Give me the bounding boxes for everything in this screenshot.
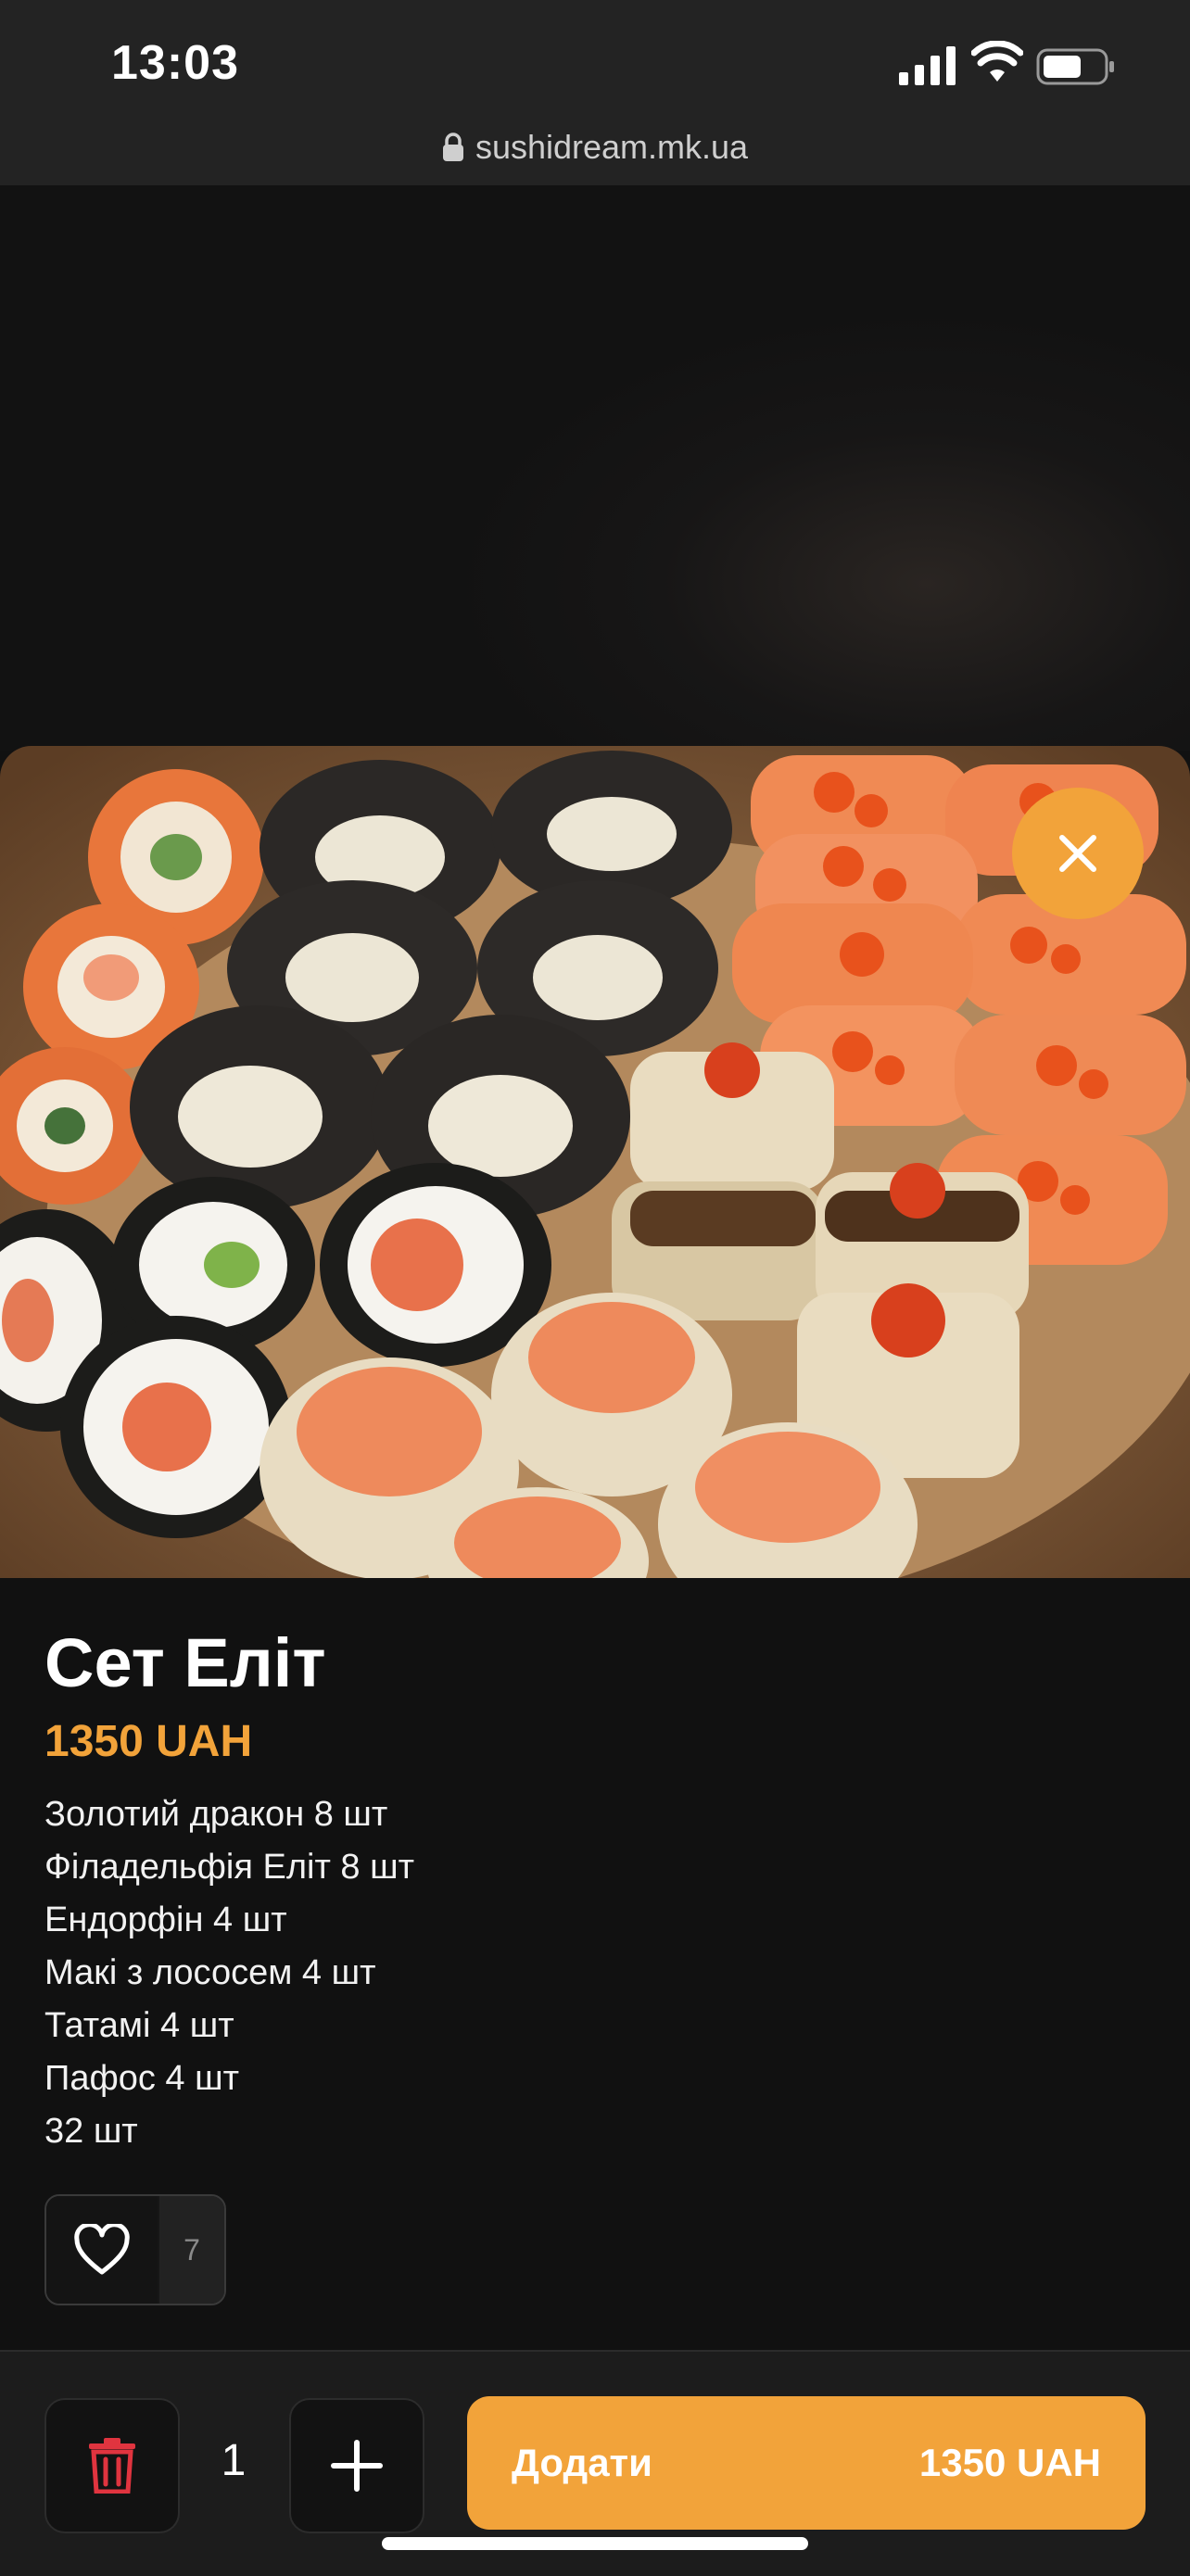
sushi-set-photo <box>0 746 1190 1578</box>
increase-quantity-button[interactable] <box>289 2398 424 2533</box>
wifi-icon <box>971 41 1023 82</box>
composition-item: Пафос 4 шт <box>44 2059 239 2098</box>
add-to-cart-label: Додати <box>512 2441 652 2484</box>
trash-icon <box>89 2438 135 2494</box>
status-bar: 13:03 <box>0 0 1190 137</box>
composition-item: Ендорфін 4 шт <box>44 1900 287 1939</box>
signal-icon <box>899 46 956 85</box>
favorite-button[interactable] <box>46 2196 158 2304</box>
product-title: Сет Еліт <box>44 1624 326 1701</box>
status-time: 13:03 <box>111 36 239 90</box>
page-overlay[interactable] <box>0 185 1190 751</box>
close-button[interactable] <box>1012 788 1144 919</box>
favorite-control: 7 <box>44 2194 226 2305</box>
plus-icon <box>331 2440 383 2492</box>
url-container[interactable]: sushidream.mk.ua <box>0 128 1190 167</box>
composition-item: Золотий дракон 8 шт <box>44 1795 388 1834</box>
composition-item: 32 шт <box>44 2112 138 2151</box>
add-to-cart-button[interactable]: Додати 1350 UAH <box>467 2396 1146 2530</box>
home-indicator <box>382 2537 808 2550</box>
delete-button[interactable] <box>44 2398 180 2533</box>
composition-item: Татамі 4 шт <box>44 2006 234 2045</box>
battery-icon <box>1036 48 1114 85</box>
quantity-value: 1 <box>221 2436 247 2485</box>
add-to-cart-price: 1350 UAH <box>918 2441 1101 2484</box>
heart-icon <box>74 2224 130 2275</box>
url-text: sushidream.mk.ua <box>475 128 749 166</box>
product-composition: Золотий дракон 8 шт Філадельфія Еліт 8 ш… <box>44 1788 414 2158</box>
composition-item: Філадельфія Еліт 8 шт <box>44 1848 414 1887</box>
product-price: 1350 UAH <box>44 1717 253 1766</box>
composition-item: Макі з лососем 4 шт <box>44 1953 376 1992</box>
favorites-count: 7 <box>159 2196 224 2304</box>
close-icon <box>1059 835 1096 872</box>
lock-icon <box>442 133 463 161</box>
